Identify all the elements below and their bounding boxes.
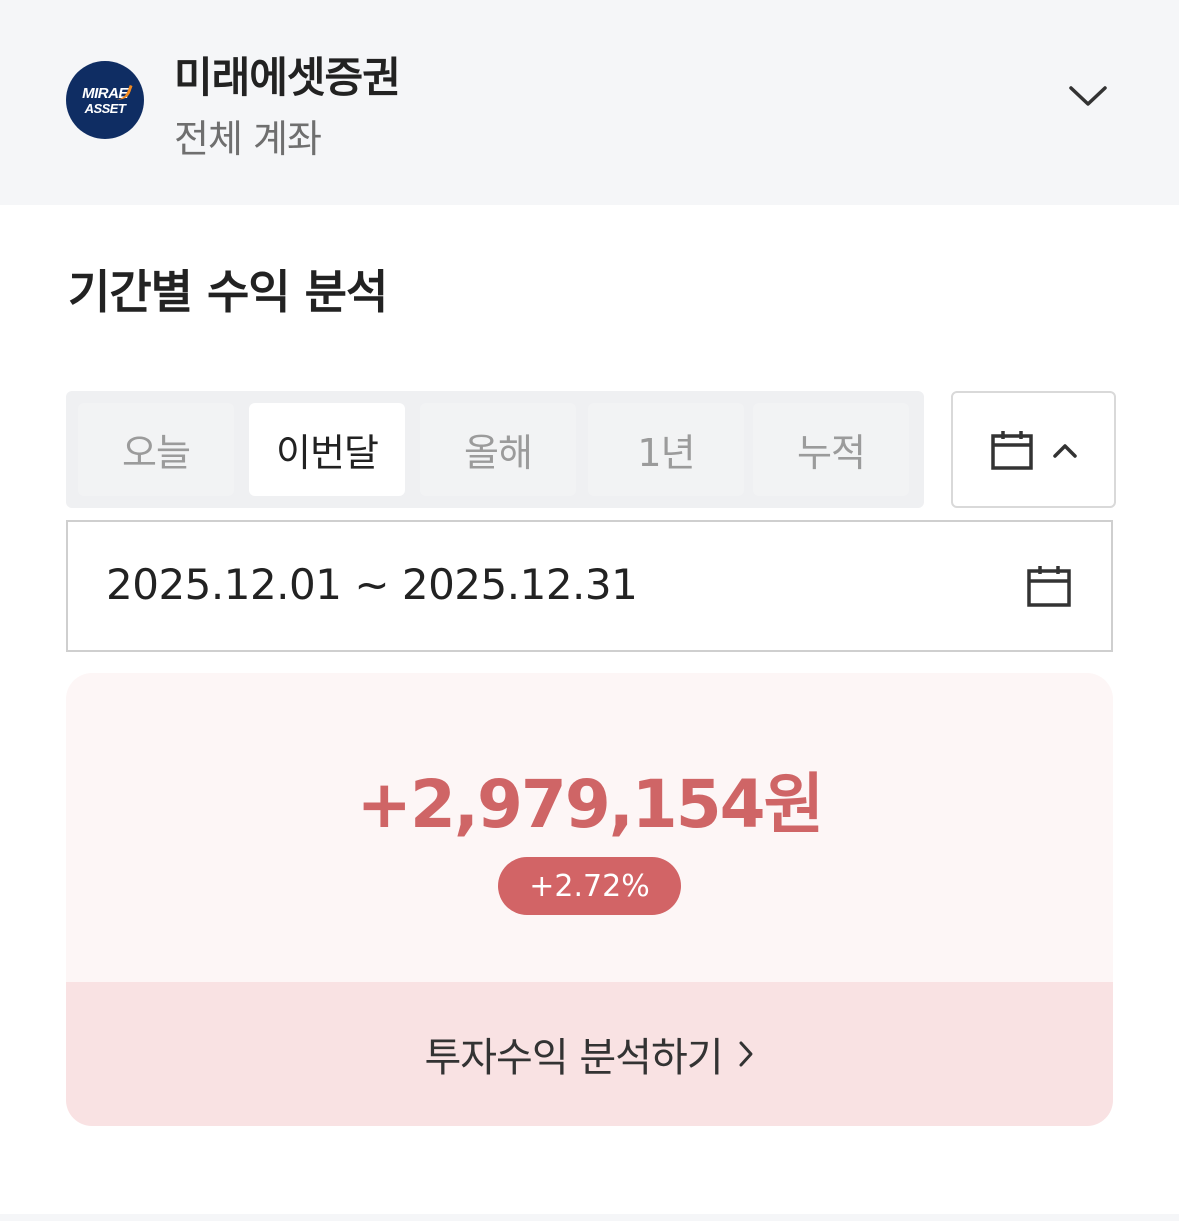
chevron-right-icon — [739, 1041, 753, 1067]
account-scope: 전체 계좌 — [174, 117, 322, 161]
period-tabs: 오늘 이번달 올해 1년 누적 — [66, 391, 924, 508]
tab-this-year[interactable]: 올해 — [420, 403, 576, 496]
investment-analysis-link[interactable]: 투자수익 분석하기 — [66, 982, 1113, 1126]
broker-name: 미래에셋증권 — [174, 53, 401, 102]
chevron-down-icon[interactable] — [1068, 80, 1108, 110]
tab-one-year[interactable]: 1년 — [588, 403, 744, 496]
profit-summary-card: +2,979,154원 +2.72% 투자수익 분석하기 — [66, 673, 1113, 1126]
profit-amount: +2,979,154원 — [356, 766, 825, 843]
tab-this-month[interactable]: 이번달 — [249, 403, 405, 496]
analysis-link-label: 투자수익 분석하기 — [424, 1035, 723, 1081]
calendar-icon[interactable] — [1026, 564, 1072, 608]
chevron-up-icon — [1052, 443, 1077, 458]
mirae-asset-logo: MIRAE ASSET — [66, 61, 144, 139]
date-range-text: 2025.12.01 ~ 2025.12.31 — [106, 560, 638, 609]
tab-cumulative[interactable]: 누적 — [753, 403, 909, 496]
logo-line-2: ASSET — [84, 100, 126, 116]
section-title: 기간별 수익 분석 — [68, 265, 388, 319]
date-range-field[interactable]: 2025.12.01 ~ 2025.12.31 — [66, 520, 1113, 652]
bottom-divider — [0, 1214, 1179, 1221]
profit-rate-badge: +2.72% — [498, 857, 681, 915]
tab-today[interactable]: 오늘 — [78, 403, 234, 496]
calendar-icon — [990, 430, 1033, 470]
calendar-toggle-button[interactable] — [951, 391, 1116, 508]
account-header[interactable]: MIRAE ASSET 미래에셋증권 전체 계좌 — [0, 0, 1179, 205]
